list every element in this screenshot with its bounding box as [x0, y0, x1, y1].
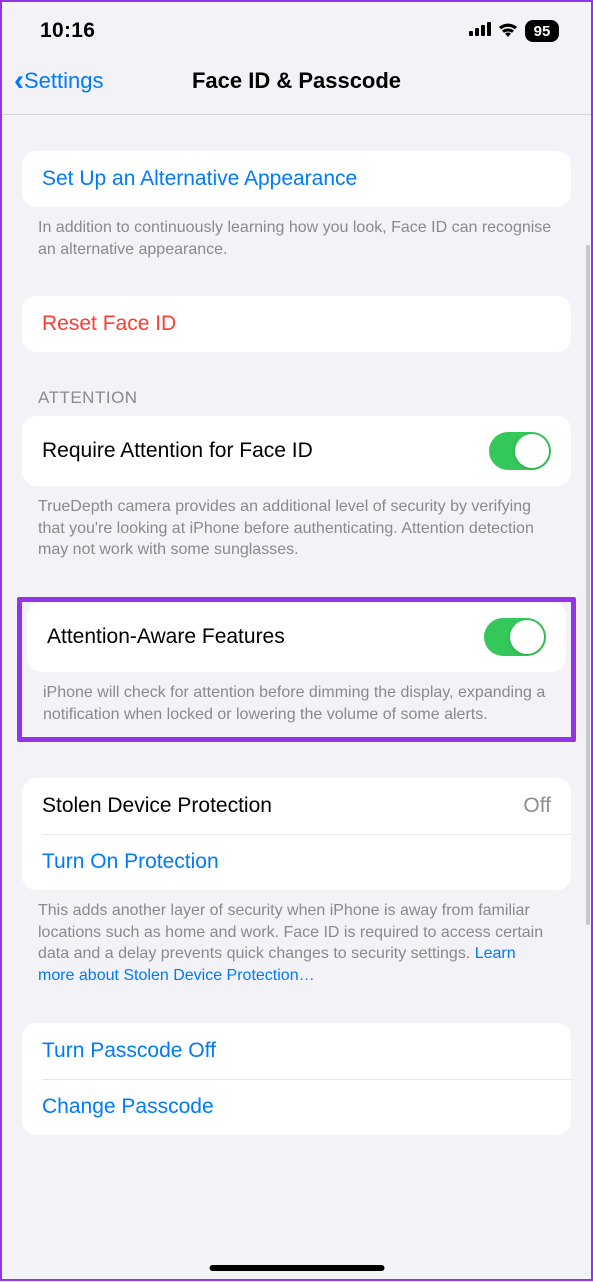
setup-alt-appearance-label: Set Up an Alternative Appearance — [42, 167, 357, 191]
attention-aware-label: Attention-Aware Features — [47, 625, 285, 649]
stolen-device-value: Off — [523, 794, 551, 818]
reset-face-id-row[interactable]: Reset Face ID — [22, 296, 571, 352]
highlight-box: Attention-Aware Features iPhone will che… — [17, 597, 576, 742]
require-attention-toggle[interactable] — [489, 432, 551, 470]
attention-aware-footer: iPhone will check for attention before d… — [22, 672, 571, 725]
stolen-device-footer: This adds another layer of security when… — [2, 890, 591, 986]
change-passcode-label: Change Passcode — [42, 1095, 214, 1119]
nav-bar: ‹ Settings Face ID & Passcode — [2, 54, 591, 115]
battery-icon: 95 — [525, 20, 559, 42]
attention-aware-toggle[interactable] — [484, 618, 546, 656]
wifi-icon — [497, 21, 519, 42]
scrollbar[interactable] — [586, 245, 590, 925]
stolen-device-row[interactable]: Stolen Device Protection Off — [22, 778, 571, 834]
require-attention-row[interactable]: Require Attention for Face ID — [22, 416, 571, 486]
attention-aware-row[interactable]: Attention-Aware Features — [27, 602, 566, 672]
require-attention-footer: TrueDepth camera provides an additional … — [2, 486, 591, 561]
turn-on-protection-label: Turn On Protection — [42, 850, 219, 874]
chevron-left-icon: ‹ — [14, 66, 24, 96]
status-icons: 95 — [469, 20, 559, 42]
status-time: 10:16 — [40, 19, 95, 43]
turn-passcode-off-row[interactable]: Turn Passcode Off — [22, 1023, 571, 1079]
setup-alt-appearance-row[interactable]: Set Up an Alternative Appearance — [22, 151, 571, 207]
attention-header: ATTENTION — [2, 388, 591, 416]
change-passcode-row[interactable]: Change Passcode — [22, 1079, 571, 1135]
turn-on-protection-row[interactable]: Turn On Protection — [22, 834, 571, 890]
scroll-area[interactable]: Set Up an Alternative Appearance In addi… — [2, 115, 591, 1282]
toggle-knob — [510, 620, 544, 654]
back-label: Settings — [24, 68, 104, 94]
toggle-knob — [515, 434, 549, 468]
status-bar: 10:16 95 — [2, 2, 591, 54]
turn-passcode-off-label: Turn Passcode Off — [42, 1039, 216, 1063]
cellular-icon — [469, 22, 491, 41]
page-title: Face ID & Passcode — [192, 68, 401, 94]
home-indicator[interactable] — [209, 1265, 384, 1271]
require-attention-label: Require Attention for Face ID — [42, 439, 313, 463]
alt-appearance-footer: In addition to continuously learning how… — [2, 207, 591, 260]
back-button[interactable]: ‹ Settings — [14, 66, 104, 96]
reset-face-id-label: Reset Face ID — [42, 312, 176, 336]
stolen-device-label: Stolen Device Protection — [42, 794, 272, 818]
